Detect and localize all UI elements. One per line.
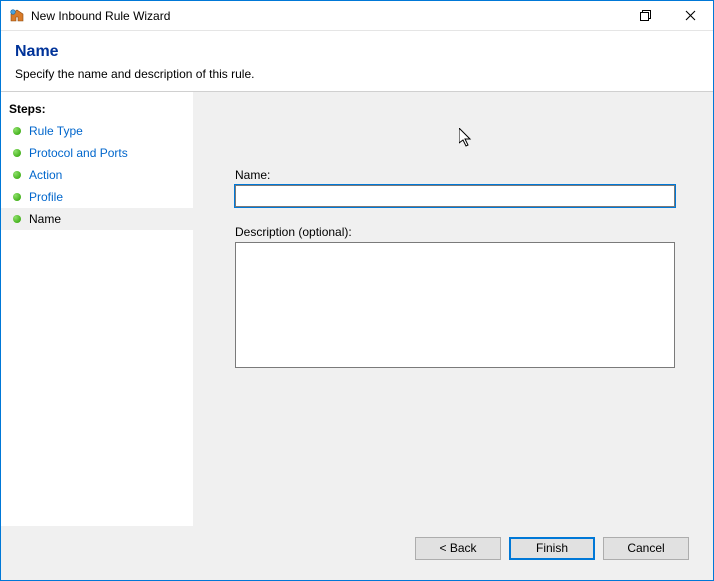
step-link[interactable]: Action — [29, 168, 62, 182]
step-bullet-icon — [13, 193, 21, 201]
step-link[interactable]: Rule Type — [29, 124, 83, 138]
restore-button[interactable] — [623, 1, 668, 31]
steps-header: Steps: — [1, 100, 193, 120]
step-link[interactable]: Profile — [29, 190, 63, 204]
description-input[interactable] — [235, 242, 675, 368]
steps-sidebar: Steps: Rule Type Protocol and Ports Acti… — [1, 92, 193, 526]
page-subtitle: Specify the name and description of this… — [15, 67, 699, 81]
cancel-button[interactable]: Cancel — [603, 537, 689, 560]
step-rule-type[interactable]: Rule Type — [1, 120, 193, 142]
step-bullet-icon — [13, 127, 21, 135]
step-bullet-icon — [13, 149, 21, 157]
finish-button[interactable]: Finish — [509, 537, 595, 560]
name-label: Name: — [235, 168, 685, 182]
back-button[interactable]: < Back — [415, 537, 501, 560]
step-bullet-icon — [13, 215, 21, 223]
step-label: Name — [29, 212, 61, 226]
window-title: New Inbound Rule Wizard — [31, 9, 170, 23]
step-protocol-and-ports[interactable]: Protocol and Ports — [1, 142, 193, 164]
step-name: Name — [1, 208, 193, 230]
page-title: Name — [15, 43, 699, 61]
name-input[interactable] — [235, 185, 675, 207]
step-link[interactable]: Protocol and Ports — [29, 146, 128, 160]
close-button[interactable] — [668, 1, 713, 31]
mouse-cursor-icon — [459, 128, 475, 150]
titlebar: New Inbound Rule Wizard — [1, 1, 713, 31]
step-profile[interactable]: Profile — [1, 186, 193, 208]
step-action[interactable]: Action — [1, 164, 193, 186]
firewall-wizard-icon — [9, 8, 25, 24]
wizard-header: Name Specify the name and description of… — [1, 31, 713, 91]
wizard-main-panel: Name: Description (optional): — [193, 92, 713, 526]
step-bullet-icon — [13, 171, 21, 179]
wizard-footer: < Back Finish Cancel — [1, 526, 713, 580]
description-label: Description (optional): — [235, 225, 685, 239]
